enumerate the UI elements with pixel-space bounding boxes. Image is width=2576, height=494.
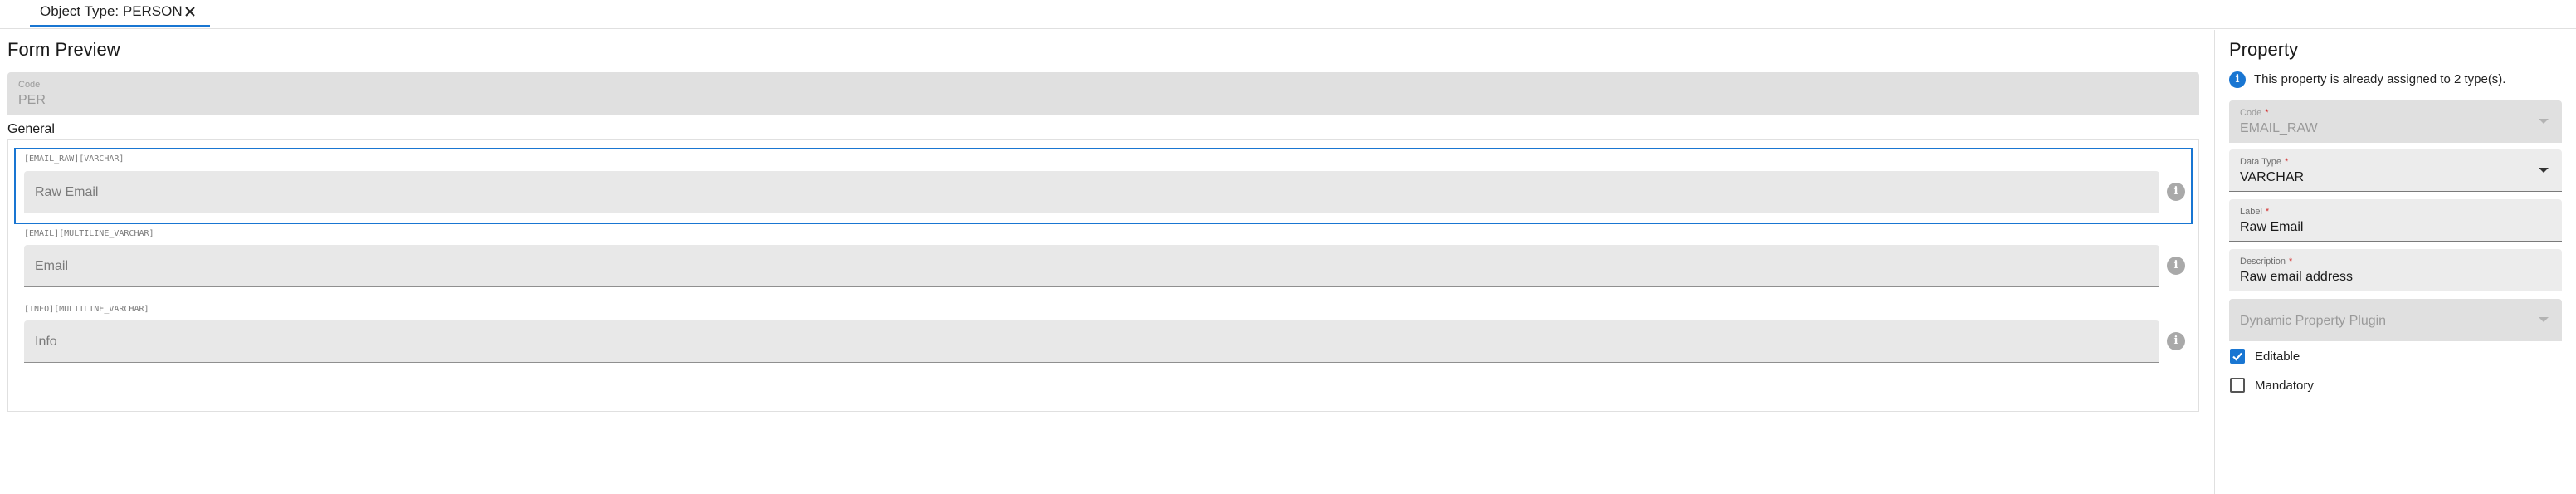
object-code-field: Code PER: [7, 72, 2199, 115]
property-panel: Property i This property is already assi…: [2215, 30, 2576, 494]
close-icon[interactable]: [181, 2, 199, 21]
info-icon: i: [2229, 71, 2246, 88]
tab-label: Object Type: PERSON: [40, 3, 183, 19]
info-icon[interactable]: i: [2167, 257, 2185, 275]
field-label: Description *: [2240, 257, 2293, 267]
label-field[interactable]: Label * Raw Email: [2229, 199, 2562, 242]
field-value: EMAIL_RAW: [2240, 121, 2318, 135]
field-value: Raw Email: [2240, 220, 2304, 234]
field-value: PER: [18, 93, 46, 107]
property-placeholder: Raw Email: [35, 185, 99, 199]
property-input-email[interactable]: Email: [24, 245, 2159, 287]
property-tag: [EMAIL][MULTILINE_VARCHAR]: [24, 229, 154, 238]
property-row-email-raw[interactable]: [EMAIL_RAW][VARCHAR] Raw Email i: [14, 148, 2193, 224]
data-type-select[interactable]: Data Type * VARCHAR: [2229, 149, 2562, 192]
code-select: Code * EMAIL_RAW: [2229, 100, 2562, 143]
field-value: VARCHAR: [2240, 170, 2305, 184]
info-icon[interactable]: i: [2167, 183, 2185, 201]
field-placeholder: Dynamic Property Plugin: [2240, 314, 2387, 328]
chevron-down-icon: [2539, 317, 2549, 322]
notice-text: This property is already assigned to 2 t…: [2254, 72, 2506, 86]
form-preview-title: Form Preview: [7, 39, 120, 60]
tab-object-type-person[interactable]: Object Type: PERSON: [30, 0, 210, 27]
chevron-down-icon[interactable]: [2539, 168, 2549, 173]
property-input-email-raw[interactable]: Raw Email: [24, 171, 2159, 213]
field-label: Data Type *: [2240, 157, 2289, 167]
property-panel-title: Property: [2229, 39, 2299, 60]
property-tag: [INFO][MULTILINE_VARCHAR]: [24, 305, 149, 314]
property-placeholder: Info: [35, 335, 57, 349]
property-row-email[interactable]: [EMAIL][MULTILINE_VARCHAR] Email i: [16, 224, 2191, 297]
chevron-down-icon: [2539, 119, 2549, 124]
checkbox-label: Editable: [2255, 350, 2300, 364]
editable-checkbox[interactable]: Editable: [2229, 347, 2478, 367]
field-label: Code: [18, 80, 41, 90]
checkbox-label: Mandatory: [2255, 379, 2314, 393]
section-label-general: General: [7, 122, 55, 136]
property-tag: [EMAIL_RAW][VARCHAR]: [24, 154, 124, 164]
description-field[interactable]: Description * Raw email address: [2229, 249, 2562, 291]
dynamic-property-plugin-select: Dynamic Property Plugin: [2229, 299, 2562, 341]
field-value: Raw email address: [2240, 270, 2354, 284]
property-placeholder: Email: [35, 259, 69, 273]
info-icon[interactable]: i: [2167, 332, 2185, 350]
checkbox-unchecked-icon[interactable]: [2230, 378, 2245, 393]
form-preview-pane: Form Preview Code PER General [EMAIL_RAW…: [0, 30, 2214, 494]
checkbox-checked-icon[interactable]: [2230, 349, 2245, 364]
field-label: Label *: [2240, 207, 2270, 217]
assignment-notice: i This property is already assigned to 2…: [2229, 71, 2569, 89]
mandatory-checkbox[interactable]: Mandatory: [2229, 376, 2478, 396]
property-input-info[interactable]: Info: [24, 320, 2159, 363]
tab-bar: Object Type: PERSON: [0, 0, 2576, 29]
field-label: Code *: [2240, 108, 2269, 118]
property-row-info[interactable]: [INFO][MULTILINE_VARCHAR] Info i: [16, 301, 2191, 374]
